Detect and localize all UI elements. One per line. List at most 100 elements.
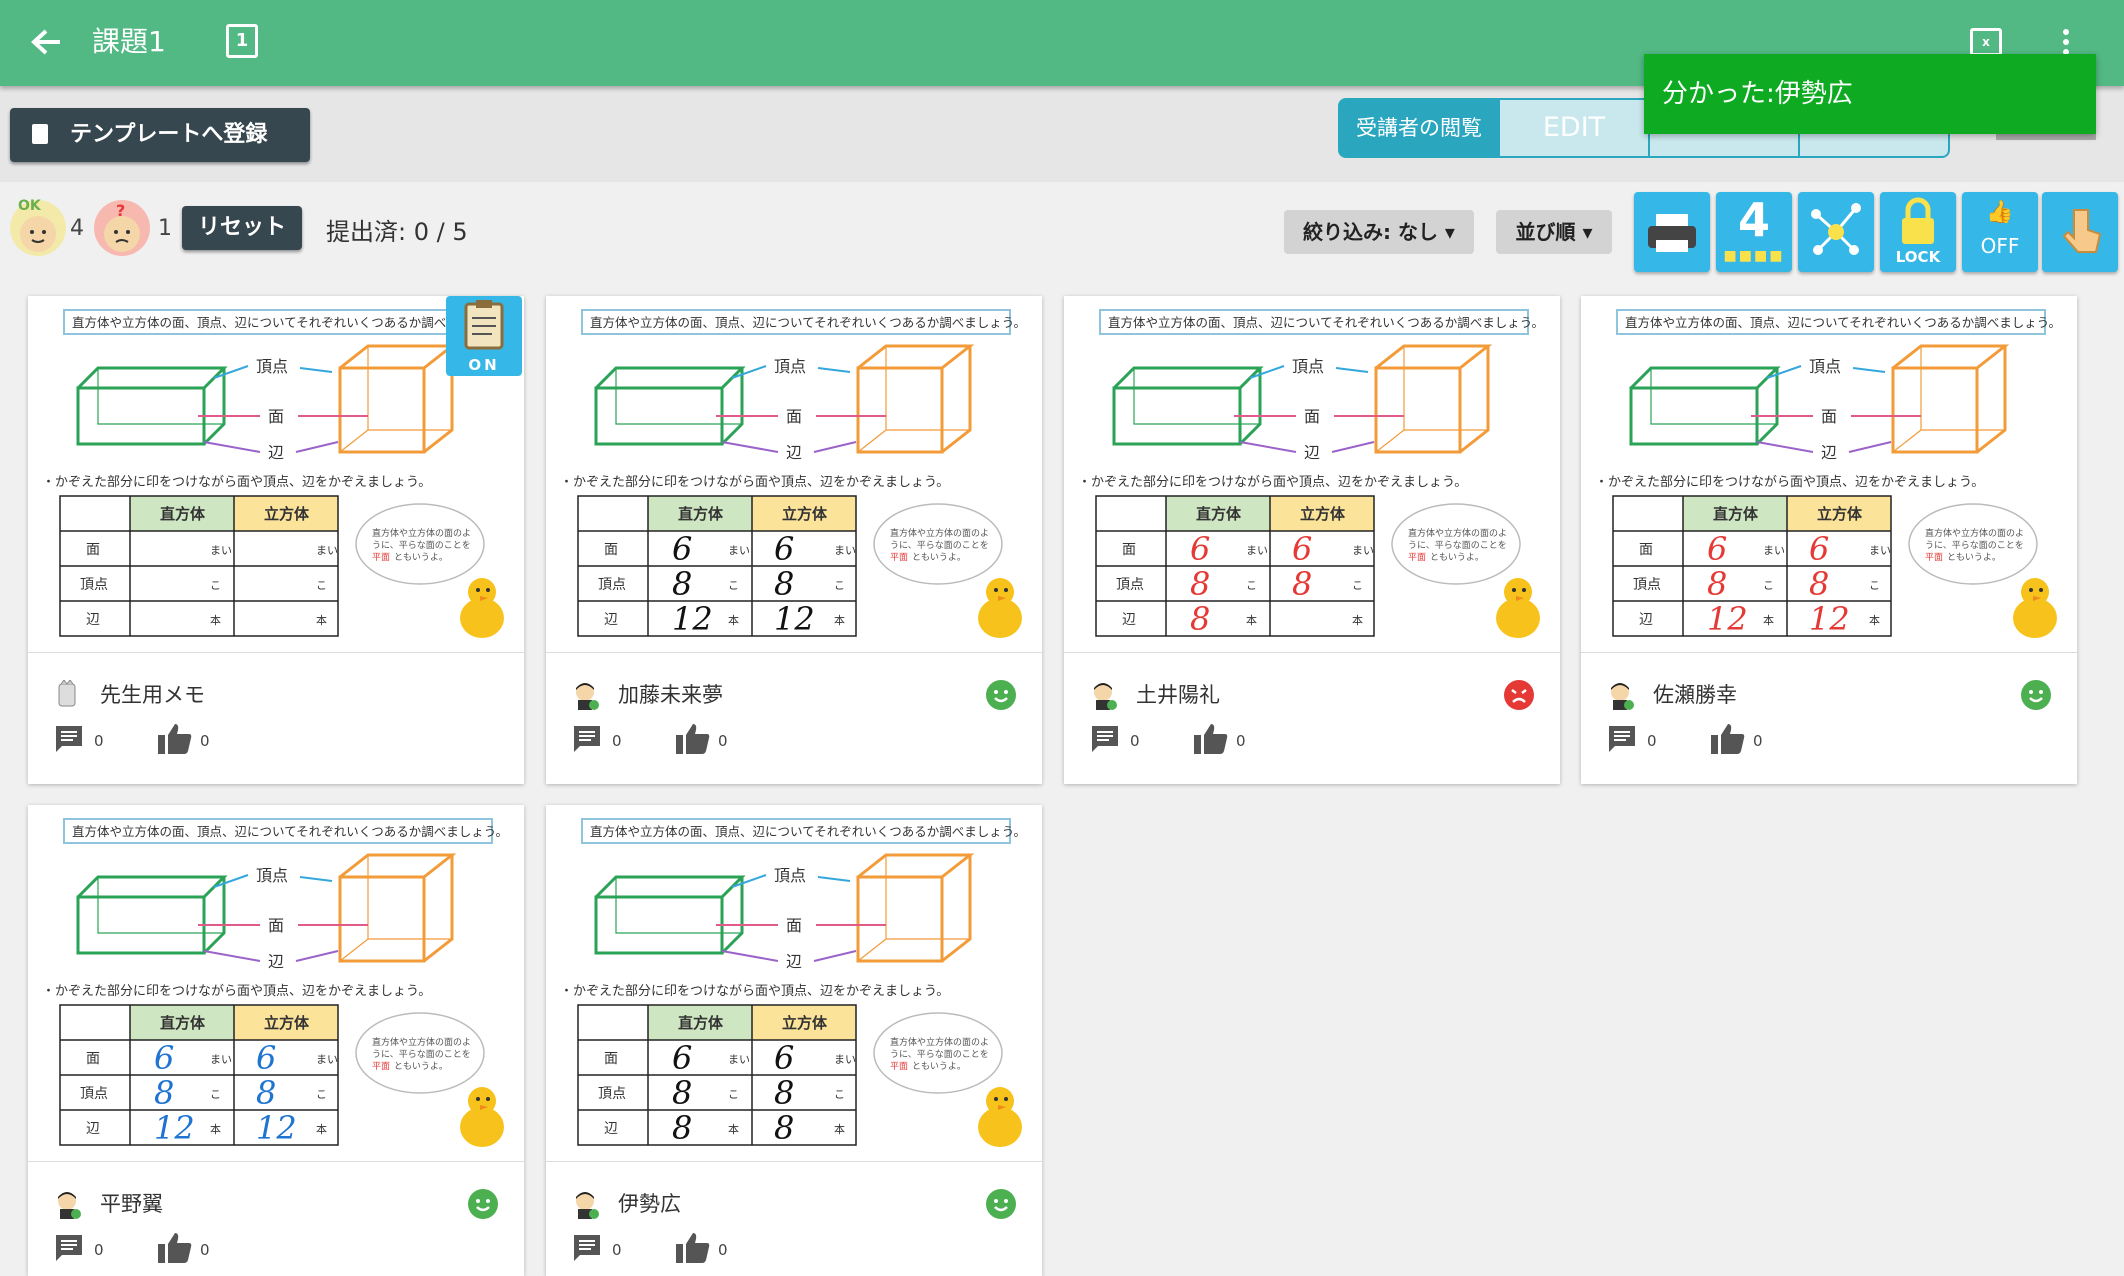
svg-text:面: 面 — [604, 1051, 618, 1067]
submission-card[interactable]: 直方体や立方体の面、頂点、辺についてそれぞれいくつあるか調べましょう。 頂点面辺・… — [1581, 296, 2077, 784]
svg-text:まい: まい — [728, 544, 750, 557]
svg-text:直方体: 直方体 — [1713, 505, 1759, 523]
worksheet-image[interactable]: 直方体や立方体の面、頂点、辺についてそれぞれいくつあるか調べましょう。頂点面辺・… — [546, 805, 1042, 1161]
svg-text:直方体や立方体の面のよ: 直方体や立方体の面のよ — [372, 1036, 471, 1048]
card-thumbnail[interactable]: 直方体や立方体の面、頂点、辺についてそれぞれいくつあるか調べましょう。 頂点面辺・… — [1581, 296, 2077, 653]
thumbs-up-icon: 👍 — [1986, 200, 2014, 225]
svg-text:うに、平らな面のことを: うに、平らな面のことを — [1408, 540, 1507, 551]
svg-text:頂点: 頂点 — [1809, 357, 1841, 376]
svg-text:うに、平らな面のことを: うに、平らな面のことを — [372, 540, 471, 551]
svg-text:立方体: 立方体 — [1817, 505, 1863, 523]
column-count-button[interactable]: 4 ■■■■ — [1716, 192, 1792, 272]
svg-text:まい: まい — [728, 1053, 750, 1066]
card-thumbnail[interactable]: 直方体や立方体の面、頂点、辺についてそれぞれいくつあるか調べましょう。 頂点面辺・… — [1064, 296, 1560, 653]
comment-icon[interactable] — [1090, 724, 1120, 758]
student-name: 平野翼 — [100, 1192, 163, 1216]
viewer-label: 受講者の閲覧 — [1356, 116, 1482, 140]
card-thumbnail[interactable]: 直方体や立方体の面、頂点、辺についてそれぞれいくつあるか調べましょう。 頂点面辺・… — [28, 805, 524, 1162]
filter-dropdown[interactable]: 絞り込み: なし ▾ — [1284, 210, 1474, 254]
svg-text:本: 本 — [728, 613, 739, 627]
svg-text:頂点: 頂点 — [80, 1086, 108, 1102]
submitted-count: 提出済: 0 / 5 — [326, 218, 468, 246]
svg-text:6: 6 — [1292, 530, 1312, 568]
sort-label: 並び順 — [1515, 220, 1576, 244]
pointer-button[interactable] — [2042, 192, 2118, 272]
exit-icon[interactable]: x — [1970, 28, 2002, 56]
svg-text:12: 12 — [256, 1109, 297, 1147]
like-icon[interactable] — [158, 722, 192, 758]
submission-card[interactable]: 直方体や立方体の面、頂点、辺についてそれぞれいくつあるか調べましょう。 頂点面辺・… — [1064, 296, 1560, 784]
worksheet-image[interactable]: 直方体や立方体の面、頂点、辺についてそれぞれいくつあるか調べましょう。頂点面辺・… — [1581, 296, 2077, 652]
worksheet-image[interactable]: 直方体や立方体の面、頂点、辺についてそれぞれいくつあるか調べましょう。頂点面辺・… — [1064, 296, 1560, 652]
worksheet-image[interactable]: 直方体や立方体の面、頂点、辺についてそれぞれいくつあるか調べましょう。頂点面辺・… — [28, 805, 524, 1161]
comment-icon[interactable] — [54, 724, 84, 758]
svg-text:本: 本 — [1352, 613, 1363, 627]
svg-text:まい: まい — [1763, 544, 1785, 557]
svg-text:辺: 辺 — [86, 612, 100, 628]
svg-text:?: ? — [116, 201, 125, 220]
comment-icon[interactable] — [572, 1233, 602, 1267]
like-icon[interactable] — [158, 1231, 192, 1267]
like-icon[interactable] — [676, 1231, 710, 1267]
svg-text:頂点: 頂点 — [1633, 577, 1661, 593]
card-thumbnail[interactable]: 直方体や立方体の面、頂点、辺についてそれぞれいくつあるか調べましょう。 頂点面辺・… — [546, 805, 1042, 1162]
question-count: 1 — [158, 216, 172, 241]
page-number-icon[interactable]: 1 — [226, 24, 258, 58]
svg-text:6: 6 — [672, 1039, 692, 1077]
card-thumbnail[interactable]: 直方体や立方体の面、頂点、辺についてそれぞれいくつあるか調べましょう。 頂点面辺・… — [546, 296, 1042, 653]
network-button[interactable] — [1798, 192, 1874, 272]
svg-text:6: 6 — [774, 1039, 794, 1077]
svg-text:まい: まい — [834, 1053, 856, 1066]
svg-text:本: 本 — [728, 1122, 739, 1136]
comment-icon[interactable] — [54, 1233, 84, 1267]
svg-text:本: 本 — [1869, 613, 1880, 627]
svg-text:面: 面 — [604, 542, 618, 558]
register-template-button[interactable]: テンプレートへ登録 — [10, 108, 310, 162]
memo-on-badge[interactable]: ON — [446, 296, 522, 376]
svg-text:ともいうよ。: ともいうよ。 — [394, 552, 448, 563]
printer-icon — [1648, 214, 1696, 252]
svg-text:まい: まい — [210, 544, 232, 557]
svg-text:平面: 平面 — [372, 552, 390, 563]
svg-text:面: 面 — [86, 1051, 100, 1067]
svg-text:頂点: 頂点 — [1292, 357, 1324, 376]
print-button[interactable] — [1634, 192, 1710, 272]
submission-card[interactable]: 直方体や立方体の面、頂点、辺についてそれぞれいくつあるか調べましょう。 頂点面辺・… — [28, 805, 524, 1276]
svg-text:本: 本 — [316, 1122, 327, 1136]
question-face-icon[interactable]: ? — [94, 200, 150, 256]
like-icon[interactable] — [676, 722, 710, 758]
submission-card[interactable]: 直方体や立方体の面、頂点、辺についてそれぞれいくつあるか調べましょう。 頂点面辺・… — [546, 805, 1042, 1276]
hand-pointer-icon — [2062, 209, 2102, 253]
smile-status-icon — [468, 1189, 498, 1219]
student-name: 先生用メモ — [100, 683, 205, 707]
svg-text:まい: まい — [316, 544, 338, 557]
svg-text:こ: こ — [1352, 579, 1363, 592]
svg-text:まい: まい — [1869, 544, 1891, 557]
viewer-option-edit[interactable]: EDIT — [1498, 100, 1648, 156]
submission-card[interactable]: 直方体や立方体の面、頂点、辺についてそれぞれいくつあるか調べましょう。 頂点面辺・… — [546, 296, 1042, 784]
lock-icon — [1902, 197, 1934, 244]
svg-text:6: 6 — [1809, 530, 1829, 568]
comment-icon[interactable] — [1607, 724, 1637, 758]
svg-text:立方体: 立方体 — [264, 1014, 310, 1032]
like-icon[interactable] — [1711, 722, 1745, 758]
svg-text:立方体: 立方体 — [782, 1014, 828, 1032]
svg-text:まい: まい — [210, 1053, 232, 1066]
like-toggle-label: OFF — [1980, 234, 2020, 258]
svg-text:8: 8 — [1190, 600, 1210, 638]
back-arrow-icon[interactable] — [26, 22, 66, 62]
svg-text:平面: 平面 — [372, 1061, 390, 1072]
like-icon[interactable] — [1194, 722, 1228, 758]
like-toggle-button[interactable]: 👍 OFF — [1962, 192, 2038, 272]
svg-text:平面: 平面 — [1925, 552, 1943, 563]
reset-button[interactable]: リセット — [182, 206, 302, 250]
comment-icon[interactable] — [572, 724, 602, 758]
lock-button[interactable]: LOCK — [1880, 192, 1956, 272]
avatar — [1605, 680, 1635, 710]
lock-label: LOCK — [1895, 248, 1941, 266]
svg-text:本: 本 — [834, 613, 845, 627]
worksheet-image[interactable]: 直方体や立方体の面、頂点、辺についてそれぞれいくつあるか調べましょう。頂点面辺・… — [546, 296, 1042, 652]
svg-text:こ: こ — [316, 579, 327, 592]
like-count: 0 — [200, 1241, 210, 1259]
sort-dropdown[interactable]: 並び順 ▾ — [1496, 210, 1612, 254]
